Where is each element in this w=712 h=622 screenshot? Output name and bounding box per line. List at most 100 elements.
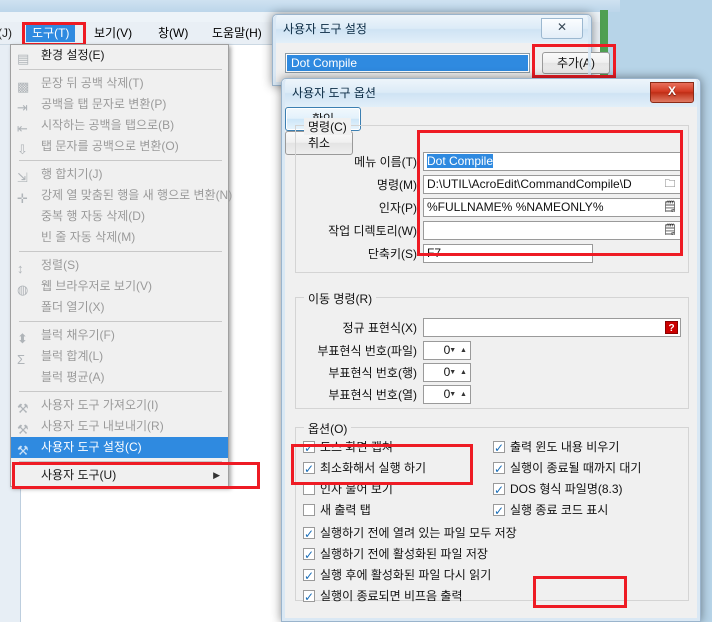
menu-item-4: ⇩ 탭 문자를 공백으로 변환(O) — [11, 136, 228, 157]
menu-separator — [19, 461, 222, 462]
menu-name-input[interactable]: Dot Compile — [423, 152, 681, 171]
menu-item-17[interactable]: ⚒ 사용자 도구 설정(C) — [11, 437, 228, 458]
tools-dropdown-menu: ▤ 환경 설정(E) ▩ 문장 뒤 공백 삭제(T) ⇥ 공백을 탭 문자로 변환(P) ⇤… — [10, 44, 232, 487]
checkbox-icon[interactable] — [493, 480, 505, 500]
subexpr-file-spinner[interactable]: 0 ▼ ▲ — [423, 341, 471, 360]
checkbox-icon[interactable] — [303, 438, 315, 458]
checkbox-ask-arguments[interactable]: 인자 물어 보기 — [303, 479, 393, 499]
menu-item-5: ⇲ 행 합치기(J) — [11, 164, 228, 185]
menu-item-12: ⬍ 블럭 채우기(F) — [11, 325, 228, 346]
menu-separator — [19, 251, 222, 252]
menubar-item-partial[interactable]: (J) — [0, 24, 18, 42]
dialog-titlebar: 사용자 도구 설정 ✕ — [273, 15, 591, 43]
menu-name-value: Dot Compile — [427, 154, 494, 168]
checkbox-label: 새 출력 탭 — [320, 503, 371, 517]
checkbox-label: 도스 화면 캡쳐 — [320, 440, 393, 454]
menubar-item-window[interactable]: 창(W) — [152, 24, 194, 42]
menubar-item-view[interactable]: 보기(V) — [88, 24, 138, 42]
menu-item-label: 환경 설정(E) — [41, 48, 105, 62]
block-fill-icon: ⬍ — [17, 331, 28, 346]
command-group-label: 명령(C) — [304, 118, 351, 135]
checkbox-icon[interactable] — [303, 504, 315, 516]
globe-icon: ◍ — [17, 282, 29, 297]
dialog-title-text: 사용자 도구 설정 — [283, 22, 367, 36]
move-command-group-label: 이동 명령(R) — [304, 290, 377, 307]
checkbox-icon[interactable] — [303, 545, 315, 565]
spinner-arrows-icon[interactable]: ▼ ▲ — [449, 386, 468, 403]
menubar-item-tools[interactable]: 도구(T) — [26, 24, 76, 42]
checkbox-label: 실행하기 전에 활성화된 파일 저장 — [320, 547, 488, 561]
crlf-icon: ✛ — [17, 191, 28, 206]
insert-variable-icon[interactable]: 🗒 — [662, 223, 678, 238]
menu-item-6: ✛ 강제 열 맞춤된 행을 새 행으로 변환(N) — [11, 185, 232, 206]
regex-input[interactable]: ? — [423, 318, 681, 337]
checkbox-icon[interactable] — [303, 459, 315, 479]
menu-item-18[interactable]: 사용자 도구(U) ▶ — [11, 465, 228, 486]
subexpr-row-spinner[interactable]: 0 ▼ ▲ — [423, 363, 471, 382]
checkbox-label: 실행 후에 활성화된 파일 다시 읽기 — [320, 568, 492, 582]
subexpr-row-label: 부표현식 번호(행) — [328, 366, 417, 380]
add-button[interactable]: 추가(A) — [542, 52, 610, 74]
join-lines-icon: ⇲ — [17, 170, 28, 185]
checkbox-dos-filename[interactable]: DOS 형식 파일명(8.3) — [493, 479, 623, 500]
tools-listbox[interactable]: Dot Compile — [285, 53, 530, 73]
shortcut-key-input[interactable]: F7 — [423, 244, 593, 263]
menu-item-11: 폴더 열기(X) — [11, 297, 228, 318]
menu-item-0[interactable]: ▤ 환경 설정(E) — [11, 45, 228, 66]
arguments-label: 인자(P) — [378, 201, 417, 215]
checkbox-icon[interactable] — [493, 438, 505, 458]
checkbox-reload-active-after-run[interactable]: 실행 후에 활성화된 파일 다시 읽기 — [303, 565, 492, 586]
chevron-right-icon: ▶ — [213, 470, 220, 480]
folder-icon[interactable]: 🗀 — [662, 177, 678, 192]
menu-item-label: 공백을 탭 문자로 변환(P) — [41, 97, 167, 111]
dialog-titlebar: 사용자 도구 옵션 X — [282, 79, 700, 107]
working-directory-input[interactable]: 🗒 — [423, 221, 681, 240]
spinner-arrows-icon[interactable]: ▼ ▲ — [449, 342, 468, 359]
arguments-input[interactable]: %FULLNAME% %NAMEONLY% 🗒 — [423, 198, 681, 217]
subexpr-file-label: 부표현식 번호(파일) — [317, 344, 417, 358]
checkbox-run-minimized[interactable]: 최소화해서 실행 하기 — [303, 458, 427, 479]
checkbox-icon[interactable] — [303, 483, 315, 495]
trailing-space-icon: ▩ — [17, 79, 30, 94]
command-value: D:\UTIL\AcroEdit\CommandCompile\D — [427, 177, 632, 191]
menu-item-label: 블럭 채우기(F) — [41, 328, 115, 342]
checkbox-label: 인자 물어 보기 — [320, 482, 393, 496]
user-tool-settings-dialog: 사용자 도구 설정 ✕ Dot Compile 추가(A) — [272, 14, 610, 86]
help-icon[interactable]: ? — [665, 321, 678, 334]
tool-settings-icon: ⚒ — [17, 443, 29, 458]
command-input[interactable]: D:\UTIL\AcroEdit\CommandCompile\D 🗀 — [423, 175, 681, 194]
spinner-arrows-icon[interactable]: ▼ ▲ — [449, 364, 468, 381]
checkbox-label: 실행 종료 코드 표시 — [510, 503, 609, 517]
menu-item-1: ▩ 문장 뒤 공백 삭제(T) — [11, 73, 228, 94]
checkbox-save-active-before-run[interactable]: 실행하기 전에 활성화된 파일 저장 — [303, 544, 488, 565]
tool-export-icon: ⚒ — [17, 422, 29, 437]
checkbox-beep-on-finish[interactable]: 실행이 종료되면 비프음 출력 — [303, 586, 462, 607]
menu-item-16: ⚒ 사용자 도구 내보내기(R) — [11, 416, 228, 437]
checkbox-icon[interactable] — [303, 566, 315, 586]
checkbox-icon[interactable] — [303, 524, 315, 544]
checkbox-show-exit-code[interactable]: 실행 종료 코드 표시 — [493, 500, 609, 521]
list-item[interactable]: Dot Compile — [287, 55, 528, 71]
regex-label: 정규 표현식(X) — [342, 321, 417, 335]
checkbox-wait-until-finish[interactable]: 실행이 종료될 때까지 대기 — [493, 458, 641, 479]
checkbox-new-output-tab[interactable]: 새 출력 탭 — [303, 500, 371, 520]
checkbox-dos-capture[interactable]: 도스 화면 캡쳐 — [303, 437, 393, 458]
checkbox-save-all-before-run[interactable]: 실행하기 전에 열려 있는 파일 모두 저장 — [303, 523, 517, 544]
checkbox-label: 실행하기 전에 열려 있는 파일 모두 저장 — [320, 526, 517, 540]
checkbox-icon[interactable] — [493, 501, 505, 521]
menu-separator — [19, 391, 222, 392]
menu-separator — [19, 69, 222, 70]
insert-variable-icon[interactable]: 🗒 — [662, 200, 678, 215]
close-icon[interactable]: ✕ — [541, 18, 583, 39]
checkbox-icon[interactable] — [303, 587, 315, 607]
close-icon[interactable]: X — [650, 82, 694, 103]
subexpr-col-spinner[interactable]: 0 ▼ ▲ — [423, 385, 471, 404]
checkbox-label: 최소화해서 실행 하기 — [320, 461, 427, 475]
menu-item-label: 시작하는 공백을 탭으로(B) — [41, 118, 175, 132]
menu-item-label: 중복 행 자동 삭제(D) — [41, 209, 145, 223]
checkbox-icon[interactable] — [493, 459, 505, 479]
tab-to-space-icon: ⇩ — [17, 142, 28, 157]
checkbox-clear-output-window[interactable]: 출력 윈도 내용 비우기 — [493, 437, 619, 458]
menu-item-label: 폴더 열기(X) — [41, 300, 105, 314]
menubar-item-help[interactable]: 도움말(H) — [206, 24, 268, 42]
